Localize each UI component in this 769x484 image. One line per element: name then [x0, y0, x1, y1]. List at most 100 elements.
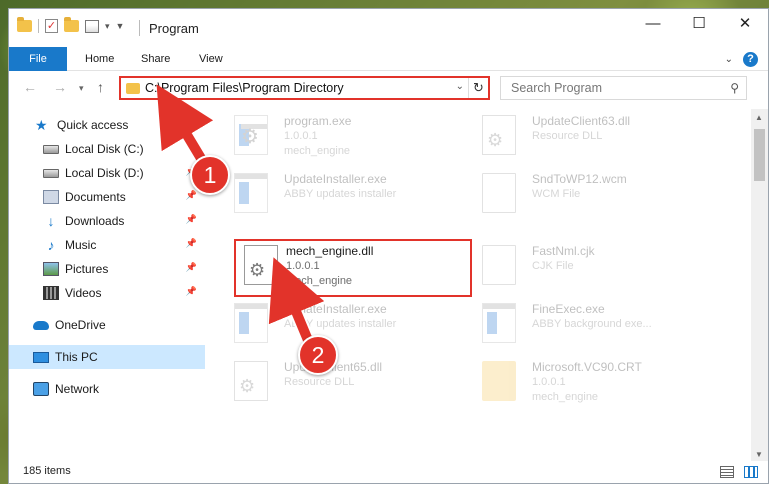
details-view-icon[interactable]	[720, 466, 734, 478]
navigation-pane: ★ Quick access Local Disk (C:) Local Dis…	[9, 109, 205, 451]
properties-check-icon[interactable]: ✓	[45, 19, 58, 33]
document-icon	[482, 245, 516, 285]
documents-icon	[43, 190, 59, 204]
up-button[interactable]: ↑	[97, 79, 104, 95]
file-description: mech_engine	[532, 391, 599, 403]
file-name: UpdateClient63.dll	[532, 114, 631, 128]
file-type: ABBY updates installer	[284, 188, 397, 200]
sidebar-item-label: This PC	[55, 350, 98, 364]
forward-button[interactable]: →	[53, 79, 67, 95]
chevron-down-icon[interactable]: ▾	[105, 21, 110, 32]
pin-icon[interactable]: 📌	[186, 286, 197, 297]
new-folder-icon[interactable]	[64, 17, 79, 32]
step-1-badge: 1	[190, 155, 230, 195]
file-list: program.exe 1.0.0.1 mech_engine UpdateCl…	[214, 109, 749, 454]
pin-icon[interactable]: 📌	[186, 214, 197, 225]
file-name: Microsoft.VC90.CRT	[532, 360, 642, 374]
quick-access-toolbar: ✓ ▾ ▼	[17, 17, 125, 33]
file-item[interactable]: UpdateInstaller.exe ABBY updates install…	[214, 167, 454, 223]
search-input[interactable]: Search Program ⚲	[500, 76, 747, 100]
file-type: ABBY updates installer	[284, 318, 397, 330]
address-bar[interactable]: C:\Program Files\Program Directory ⌄ ↻	[119, 76, 490, 100]
sidebar-item-this-pc[interactable]: This PC	[9, 345, 205, 369]
divider	[38, 19, 39, 33]
file-type: WCM File	[532, 188, 581, 200]
pin-icon[interactable]: 📌	[186, 190, 197, 201]
sidebar-item-label: Quick access	[57, 118, 129, 132]
step-2-badge: 2	[298, 335, 338, 375]
file-item[interactable]: program.exe 1.0.0.1 mech_engine	[214, 109, 454, 165]
sidebar-item-videos[interactable]: Videos 📌	[9, 281, 205, 305]
maximize-button[interactable]: ☐	[676, 9, 722, 39]
customize-icon[interactable]	[85, 19, 99, 33]
sidebar-item-quick-access[interactable]: ★ Quick access	[9, 113, 205, 137]
sidebar-item-label: Local Disk (C:)	[65, 142, 144, 156]
toolbar-customize-icon[interactable]: ▼	[116, 21, 125, 31]
file-name: FineExec.exe	[532, 302, 605, 316]
file-type: Resource DLL	[532, 130, 603, 142]
drive-icon	[43, 168, 59, 178]
help-icon[interactable]: ?	[743, 52, 758, 67]
sidebar-item-local-disk-d[interactable]: Local Disk (D:) 📌	[9, 161, 205, 185]
file-type: Resource DLL	[284, 376, 355, 388]
sidebar-item-pictures[interactable]: Pictures 📌	[9, 257, 205, 281]
tab-view[interactable]: View	[185, 47, 237, 71]
file-item[interactable]: FastNml.cjk CJK File	[462, 239, 702, 295]
pin-icon[interactable]: 📌	[186, 238, 197, 249]
scroll-up-icon[interactable]: ▲	[755, 113, 763, 122]
chevron-down-icon[interactable]: ⌄	[725, 54, 733, 65]
folder-icon	[482, 361, 516, 401]
navigation-bar: ← → ▾ ↑ C:\Program Files\Program Directo…	[9, 71, 768, 105]
sidebar-item-local-disk-c[interactable]: Local Disk (C:)	[9, 137, 205, 161]
sidebar-item-music[interactable]: ♪ Music 📌	[9, 233, 205, 257]
status-bar: 185 items	[9, 461, 768, 483]
file-name: SndToWP12.wcm	[532, 172, 627, 186]
network-icon	[33, 382, 49, 396]
ribbon: File Home Share View ⌄ ?	[9, 47, 768, 71]
program-icon	[234, 115, 268, 155]
sidebar-item-network[interactable]: Network	[9, 377, 205, 401]
sidebar-item-onedrive[interactable]: OneDrive	[9, 313, 205, 337]
file-item[interactable]: SndToWP12.wcm WCM File	[462, 167, 702, 223]
search-icon[interactable]: ⚲	[730, 81, 739, 95]
back-button[interactable]: ←	[23, 79, 37, 95]
tab-file[interactable]: File	[9, 47, 67, 71]
file-item[interactable]: Microsoft.VC90.CRT 1.0.0.1 mech_engine	[462, 355, 702, 411]
sidebar-item-documents[interactable]: Documents 📌	[9, 185, 205, 209]
sidebar-item-downloads[interactable]: ↓ Downloads 📌	[9, 209, 205, 233]
file-version: 1.0.0.1	[284, 130, 318, 142]
exe-icon	[482, 303, 516, 343]
drive-icon	[43, 144, 59, 154]
minimize-button[interactable]: —	[630, 9, 676, 39]
tiles-view-icon[interactable]	[744, 466, 758, 478]
explorer-window: ✓ ▾ ▼ Program — ☐ ✕ File Home Share View…	[8, 8, 769, 484]
address-path[interactable]: C:\Program Files\Program Directory	[145, 81, 344, 95]
close-button[interactable]: ✕	[722, 9, 768, 39]
document-icon	[482, 173, 516, 213]
file-type: CJK File	[532, 260, 574, 272]
tab-share[interactable]: Share	[127, 47, 184, 71]
tab-home[interactable]: Home	[71, 47, 128, 71]
file-name: FastNml.cjk	[532, 244, 595, 258]
dll-icon	[482, 115, 516, 155]
file-item[interactable]: FineExec.exe ABBY background exe...	[462, 297, 702, 353]
refresh-button[interactable]: ↻	[468, 78, 488, 98]
pin-icon[interactable]: 📌	[186, 262, 197, 273]
divider	[139, 20, 140, 36]
sidebar-item-label: Documents	[65, 190, 126, 204]
file-item[interactable]: UpdateClient63.dll Resource DLL	[462, 109, 702, 165]
folder-icon[interactable]	[17, 17, 32, 32]
onedrive-icon	[33, 320, 49, 330]
scrollbar-thumb[interactable]	[754, 129, 765, 181]
scroll-down-icon[interactable]: ▼	[755, 450, 763, 459]
recent-locations-button[interactable]: ▾	[79, 83, 84, 94]
chevron-down-icon[interactable]: ⌄	[456, 81, 464, 92]
vertical-scrollbar[interactable]: ▲ ▼	[751, 109, 768, 463]
sidebar-item-label: OneDrive	[55, 318, 106, 332]
downloads-icon: ↓	[47, 213, 55, 229]
pc-icon	[33, 351, 49, 363]
item-count: 185 items	[23, 465, 71, 477]
exe-icon	[234, 173, 268, 213]
exe-icon	[234, 303, 268, 343]
search-placeholder[interactable]: Search Program	[511, 81, 602, 95]
